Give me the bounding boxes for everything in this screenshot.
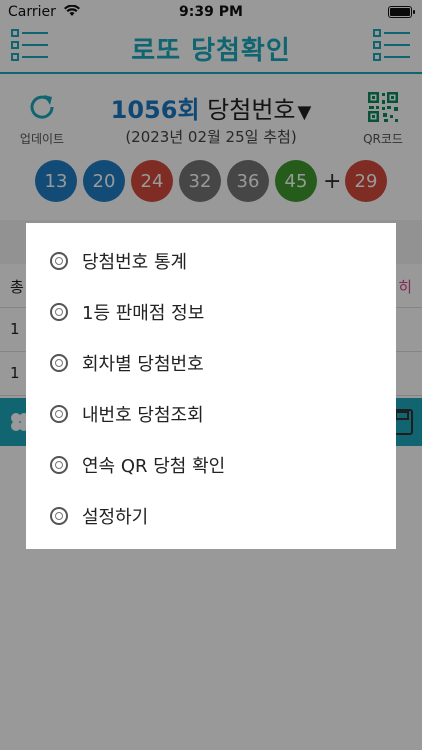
- radio-icon: [50, 251, 68, 270]
- menu-item-continuous-qr-check[interactable]: 연속 QR 당첨 확인: [26, 439, 396, 490]
- radio-icon: [50, 302, 68, 321]
- menu-item-label: 설정하기: [82, 506, 149, 528]
- menu-dialog: 당첨번호 통계 1등 판매점 정보 회차별 당첨번호 내번호 당첨조회 연속 Q…: [26, 223, 396, 549]
- menu-item-label: 연속 QR 당첨 확인: [82, 455, 226, 477]
- menu-item-label: 당첨번호 통계: [82, 251, 188, 273]
- menu-item-winning-stats[interactable]: 당첨번호 통계: [26, 235, 396, 286]
- radio-icon: [50, 455, 68, 474]
- menu-item-first-prize-stores[interactable]: 1등 판매점 정보: [26, 286, 396, 337]
- radio-icon: [50, 506, 68, 525]
- menu-item-label: 내번호 당첨조회: [82, 404, 204, 426]
- menu-item-my-numbers-check[interactable]: 내번호 당첨조회: [26, 388, 396, 439]
- menu-item-label: 1등 판매점 정보: [82, 302, 205, 324]
- radio-icon: [50, 404, 68, 423]
- menu-item-label: 회차별 당첨번호: [82, 353, 204, 375]
- menu-item-settings[interactable]: 설정하기: [26, 490, 396, 541]
- radio-icon: [50, 353, 68, 372]
- menu-item-numbers-by-round[interactable]: 회차별 당첨번호: [26, 337, 396, 388]
